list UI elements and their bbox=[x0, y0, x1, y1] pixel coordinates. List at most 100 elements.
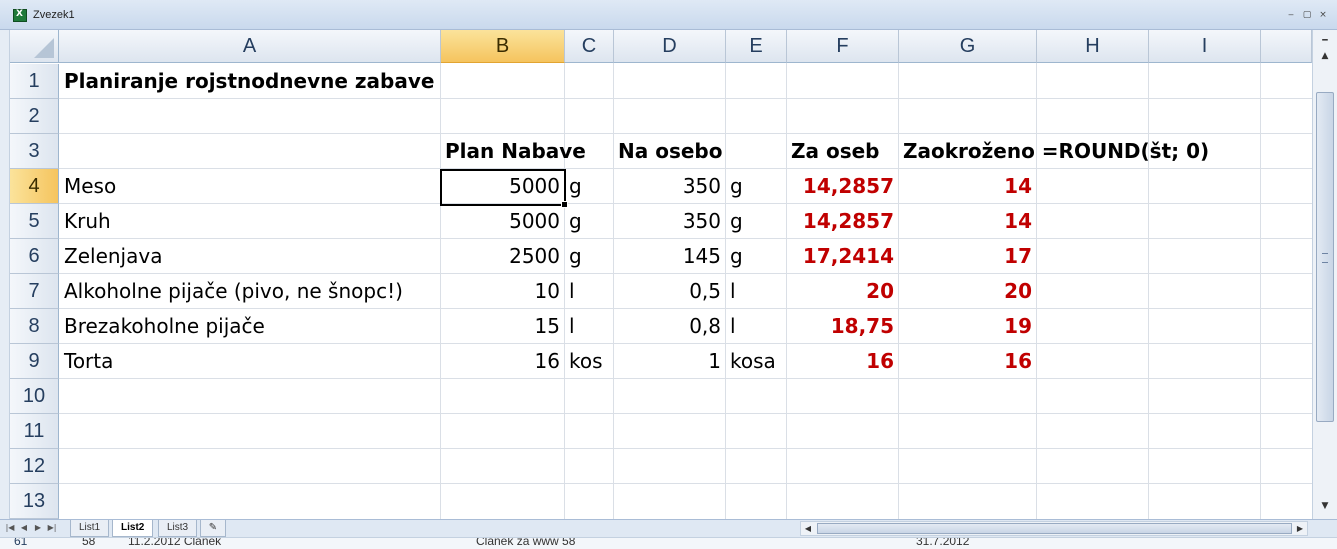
cell-b7[interactable]: 10 bbox=[441, 274, 560, 309]
cell-g7[interactable]: 20 bbox=[899, 274, 1032, 309]
cell-g5[interactable]: 14 bbox=[899, 204, 1032, 239]
cell-d4[interactable]: 350 bbox=[614, 169, 721, 204]
split-box-icon[interactable]: ━ bbox=[1316, 33, 1334, 49]
cell-c7[interactable]: l bbox=[569, 274, 575, 309]
cell-g6[interactable]: 17 bbox=[899, 239, 1032, 274]
column-header-e[interactable]: E bbox=[726, 30, 787, 63]
cell-e7[interactable]: l bbox=[730, 274, 736, 309]
cell-e6[interactable]: g bbox=[730, 239, 743, 274]
horizontal-scrollbar[interactable]: ◀ ▶ bbox=[800, 521, 1308, 536]
cell-c9[interactable]: kos bbox=[569, 344, 603, 379]
cell-e5[interactable]: g bbox=[730, 204, 743, 239]
row-header-3[interactable]: 3 bbox=[10, 134, 59, 169]
cell-b6[interactable]: 2500 bbox=[441, 239, 560, 274]
cell-d8[interactable]: 0,8 bbox=[614, 309, 721, 344]
cell-a7[interactable]: Alkoholne pijače (pivo, ne šnopc!) bbox=[64, 274, 403, 309]
cell-b5[interactable]: 5000 bbox=[441, 204, 560, 239]
active-cell-b4[interactable] bbox=[440, 169, 568, 208]
row-header-2[interactable]: 2 bbox=[10, 99, 59, 134]
cell-c8[interactable]: l bbox=[569, 309, 575, 344]
select-all-button[interactable] bbox=[10, 30, 59, 63]
cell-f8[interactable]: 18,75 bbox=[787, 309, 894, 344]
row-header-11[interactable]: 11 bbox=[10, 414, 59, 449]
cell-b9[interactable]: 16 bbox=[441, 344, 560, 379]
row-header-1[interactable]: 1 bbox=[10, 64, 59, 99]
cell-a1-title[interactable]: Planiranje rojstnodnevne zabave bbox=[64, 64, 434, 99]
column-header-c[interactable]: C bbox=[565, 30, 614, 63]
cell-d6[interactable]: 145 bbox=[614, 239, 721, 274]
column-header-d[interactable]: D bbox=[614, 30, 726, 63]
cell-c6[interactable]: g bbox=[569, 239, 582, 274]
cell-f4[interactable]: 14,2857 bbox=[787, 169, 894, 204]
minimize-button[interactable]: ‒ bbox=[1285, 10, 1297, 20]
close-button[interactable]: × bbox=[1317, 10, 1329, 20]
bg-row-number: 61 bbox=[14, 537, 28, 548]
row-header-7[interactable]: 7 bbox=[10, 274, 59, 309]
cell-f3-header[interactable]: Za oseb bbox=[791, 134, 880, 169]
cell-d3-header[interactable]: Na osebo bbox=[618, 134, 722, 169]
cell-c4[interactable]: g bbox=[569, 169, 582, 204]
cell-f6[interactable]: 17,2414 bbox=[787, 239, 894, 274]
cell-f5[interactable]: 14,2857 bbox=[787, 204, 894, 239]
cell-g9[interactable]: 16 bbox=[899, 344, 1032, 379]
left-strip bbox=[0, 30, 10, 519]
cell-a4[interactable]: Meso bbox=[64, 169, 116, 204]
first-sheet-icon[interactable]: |◀ bbox=[4, 522, 16, 534]
cell-g3-header[interactable]: Zaokroženo =ROUND(št; 0) bbox=[903, 134, 1209, 169]
column-header-i[interactable]: I bbox=[1149, 30, 1261, 63]
sheet-tab-list2[interactable]: List2 bbox=[112, 520, 154, 537]
column-header-f[interactable]: F bbox=[787, 30, 899, 63]
column-header-a[interactable]: A bbox=[59, 30, 441, 63]
restore-button[interactable]: ▢ bbox=[1301, 10, 1313, 20]
row-header-8[interactable]: 8 bbox=[10, 309, 59, 344]
excel-window: Zvezek1 ‒ ▢ × A B C D E F G H I 1 2 3 4 … bbox=[0, 0, 1337, 549]
last-sheet-icon[interactable]: ▶| bbox=[46, 522, 58, 534]
sheet-tab-list3[interactable]: List3 bbox=[158, 520, 198, 537]
column-header-b[interactable]: B bbox=[441, 30, 565, 63]
window-title: Zvezek1 bbox=[33, 9, 75, 21]
cell-g4[interactable]: 14 bbox=[899, 169, 1032, 204]
row-header-6[interactable]: 6 bbox=[10, 239, 59, 274]
cell-a8[interactable]: Brezakoholne pijače bbox=[64, 309, 265, 344]
row-header-5[interactable]: 5 bbox=[10, 204, 59, 239]
cell-a9[interactable]: Torta bbox=[64, 344, 113, 379]
cell-f9[interactable]: 16 bbox=[787, 344, 894, 379]
title-bar: Zvezek1 ‒ ▢ × bbox=[0, 0, 1337, 30]
sheet-tab-list1[interactable]: List1 bbox=[70, 520, 110, 537]
cell-d7[interactable]: 0,5 bbox=[614, 274, 721, 309]
column-header-j[interactable] bbox=[1261, 30, 1312, 63]
column-header-g[interactable]: G bbox=[899, 30, 1037, 63]
horizontal-scroll-thumb[interactable] bbox=[817, 523, 1292, 534]
next-sheet-icon[interactable]: ▶ bbox=[32, 522, 44, 534]
insert-sheet-icon[interactable]: ✎ bbox=[200, 520, 226, 537]
bg-row-date: 11.2.2012 Članek bbox=[128, 537, 222, 548]
vertical-scroll-thumb[interactable] bbox=[1316, 92, 1334, 422]
cell-b3-header[interactable]: Plan Nabave bbox=[445, 134, 586, 169]
scroll-right-icon[interactable]: ▶ bbox=[1293, 522, 1307, 535]
cell-a5[interactable]: Kruh bbox=[64, 204, 111, 239]
cell-b8[interactable]: 15 bbox=[441, 309, 560, 344]
bg-row-date2: 31.7.2012 bbox=[916, 537, 970, 548]
row-header-4[interactable]: 4 bbox=[10, 169, 59, 204]
row-header-9[interactable]: 9 bbox=[10, 344, 59, 379]
cell-e4[interactable]: g bbox=[730, 169, 743, 204]
prev-sheet-icon[interactable]: ◀ bbox=[18, 522, 30, 534]
cell-c5[interactable]: g bbox=[569, 204, 582, 239]
cell-f7[interactable]: 20 bbox=[787, 274, 894, 309]
cell-g8[interactable]: 19 bbox=[899, 309, 1032, 344]
row-header-10[interactable]: 10 bbox=[10, 379, 59, 414]
cell-a6[interactable]: Zelenjava bbox=[64, 239, 162, 274]
cell-d9[interactable]: 1 bbox=[614, 344, 721, 379]
scroll-up-icon[interactable]: ▲ bbox=[1316, 48, 1334, 64]
bg-row-desc: Članek za www 58 bbox=[476, 537, 576, 548]
scroll-down-icon[interactable]: ▼ bbox=[1316, 498, 1334, 514]
cell-d5[interactable]: 350 bbox=[614, 204, 721, 239]
scroll-left-icon[interactable]: ◀ bbox=[801, 522, 815, 535]
sheet-tab-bar: |◀ ◀ ▶ ▶| List1 List2 List3 ✎ ◀ ▶ bbox=[0, 519, 1337, 537]
vertical-scrollbar[interactable]: ━ ▲ ▼ bbox=[1312, 30, 1337, 519]
column-header-h[interactable]: H bbox=[1037, 30, 1149, 63]
row-header-12[interactable]: 12 bbox=[10, 449, 59, 484]
cell-e9[interactable]: kosa bbox=[730, 344, 776, 379]
cell-e8[interactable]: l bbox=[730, 309, 736, 344]
row-header-13[interactable]: 13 bbox=[10, 484, 59, 519]
